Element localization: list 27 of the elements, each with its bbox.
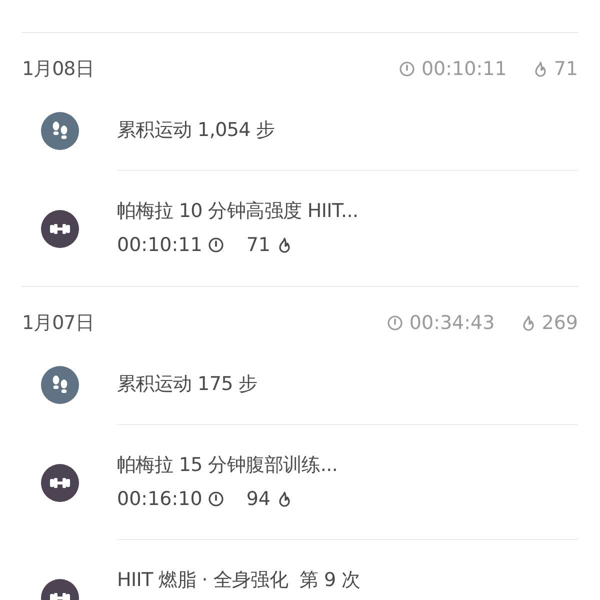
workout-title: 帕梅拉 15 分钟腹部训练... [117,453,338,478]
day-date: 1月08日 [22,57,94,82]
day-calories: 71 [532,58,578,80]
activity-title: 累积运动 1,054 步 [117,118,275,143]
flame-icon [532,60,548,78]
dumbbell-icon [41,210,79,248]
activity-title: 累积运动 175 步 [117,372,258,397]
flame-icon [520,314,536,332]
workout-duration: 00:16:10 [117,482,224,516]
workout-duration: 00:10:11 [117,228,224,262]
day-duration: 00:10:11 [399,58,507,80]
workout-title: 帕梅拉 10 分钟高强度 HIIT... [117,199,358,224]
workout-title: HIIT 燃脂 · 全身强化 第 9 次 [117,568,360,593]
workout-calories: 71 [246,228,292,262]
clock-icon [208,491,224,507]
day-calories: 269 [520,312,578,334]
clock-icon [208,237,224,253]
flame-icon [276,236,292,254]
flame-icon [276,490,292,508]
day-date: 1月07日 [22,311,94,336]
workout-calories: 94 [246,482,292,516]
footprints-icon [41,366,79,404]
day-duration: 00:34:43 [387,312,495,334]
footprints-icon [41,112,79,150]
clock-icon [399,61,416,77]
dumbbell-icon [41,464,79,502]
clock-icon [387,315,404,331]
